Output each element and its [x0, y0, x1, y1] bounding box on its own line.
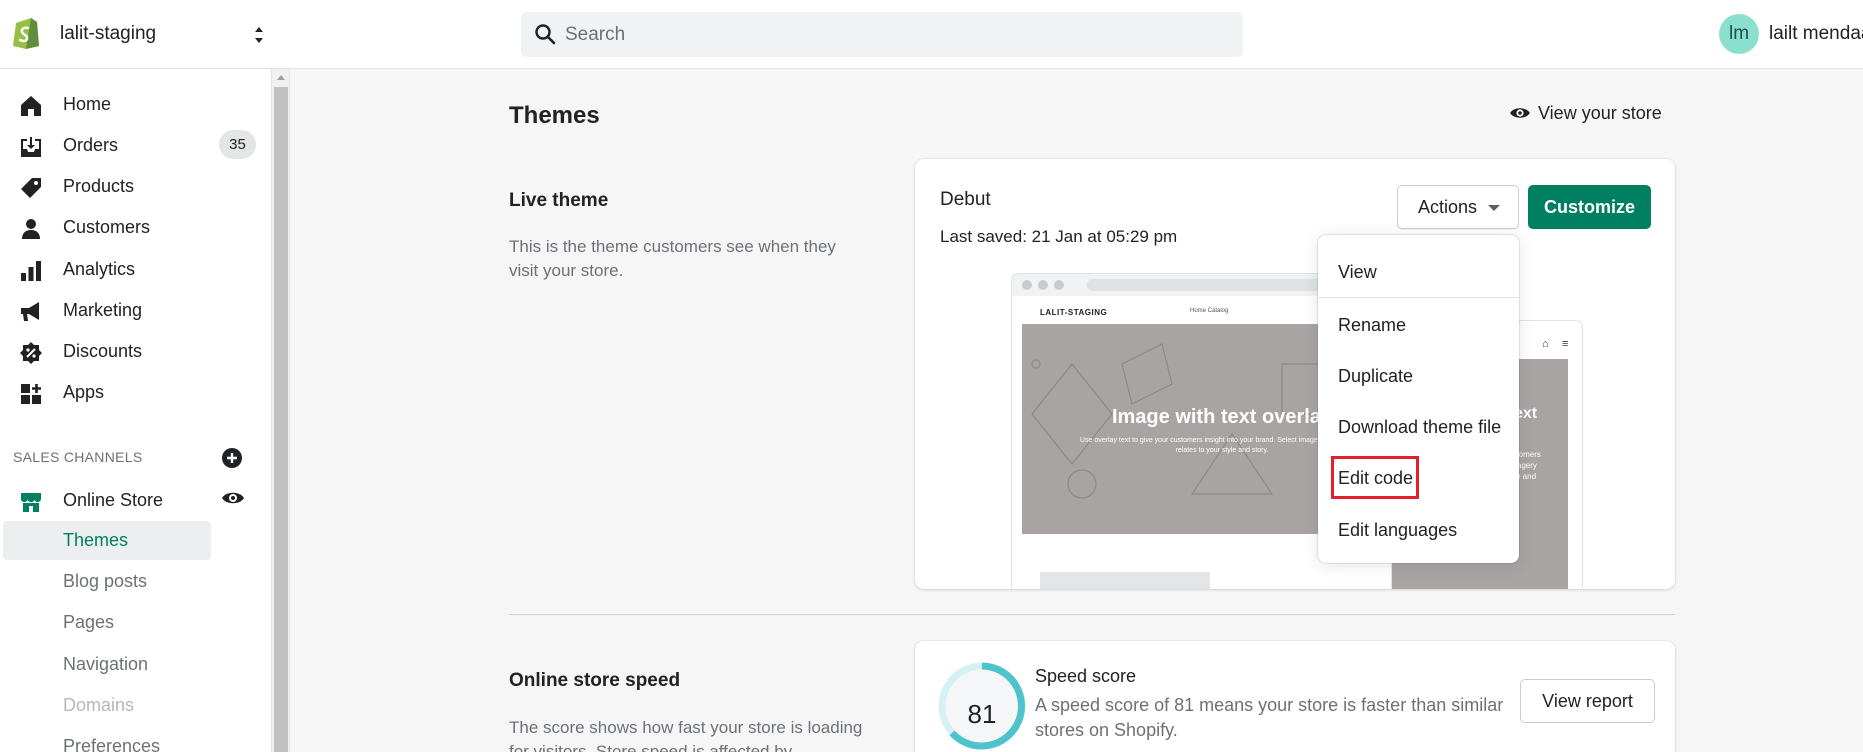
sidebar-item-discounts[interactable]: Discounts	[0, 332, 272, 372]
browser-dot	[1022, 280, 1032, 290]
add-channel-icon[interactable]	[221, 447, 243, 469]
speed-gauge: 81	[935, 659, 1029, 752]
caret-down-icon	[1488, 205, 1500, 211]
sidebar-item-label: Orders	[63, 135, 119, 155]
preview-placeholder-block	[1040, 572, 1210, 589]
menu-item-duplicate[interactable]: Duplicate	[1338, 366, 1413, 387]
live-theme-description: This is the theme customers see when the…	[509, 237, 836, 280]
speed-score-description: A speed score of 81 means your store is …	[1035, 695, 1504, 740]
sales-channels-heading: SALES CHANNELS	[13, 449, 143, 465]
view-report-button[interactable]: View report	[1520, 679, 1655, 723]
sidebar-item-customers[interactable]: Customers	[0, 208, 272, 248]
menu-divider	[1318, 297, 1519, 298]
sidebar-item-marketing[interactable]: Marketing	[0, 291, 272, 331]
actions-label: Actions	[1418, 196, 1478, 217]
page-title: Themes	[509, 102, 600, 129]
speed-score-title: Speed score	[1035, 666, 1137, 686]
tag-icon	[21, 178, 41, 198]
speed-heading: Online store speed	[509, 670, 681, 691]
sidebar-item-label: Marketing	[63, 300, 143, 320]
sidebar-subitem-label: Domains	[63, 695, 135, 715]
section-divider	[509, 614, 1675, 615]
sidebar-subitem-label: Preferences	[63, 736, 161, 752]
sidebar-subitem-domains: Domains	[3, 686, 211, 725]
live-theme-heading: Live theme	[509, 190, 609, 211]
menu-icon: ≡	[1562, 338, 1569, 350]
menu-item-view[interactable]: View	[1338, 262, 1377, 283]
sidebar-item-label: Products	[63, 176, 135, 196]
actions-dropdown: View Rename Duplicate Download theme fil…	[1318, 235, 1519, 563]
sidebar-subitem-label: Pages	[63, 612, 115, 632]
preview-brand: LALIT-STAGING	[1040, 308, 1108, 317]
sidebar-subitem-pages[interactable]: Pages	[3, 603, 211, 642]
home-icon	[21, 96, 41, 116]
apps-icon	[21, 384, 41, 404]
actions-button[interactable]: Actions	[1397, 185, 1519, 229]
sidebar-subitem-label: Themes	[63, 530, 129, 550]
eye-icon[interactable]	[221, 487, 245, 509]
avatar[interactable]: lm	[1719, 14, 1759, 54]
lock-icon: ⌂	[1542, 338, 1549, 350]
store-name[interactable]: lalit-staging	[60, 23, 156, 45]
sidebar-subitem-themes[interactable]: Themes	[3, 521, 211, 560]
menu-item-edit-languages[interactable]: Edit languages	[1338, 520, 1457, 541]
search-icon	[535, 24, 556, 45]
sidebar-item-label: Analytics	[63, 259, 136, 279]
megaphone-icon	[21, 302, 39, 321]
eye-icon	[1510, 108, 1530, 118]
browser-dot	[1054, 280, 1064, 290]
browser-dot	[1038, 280, 1048, 290]
sidebar-subitem-label: Navigation	[63, 654, 149, 674]
view-store-label: View your store	[1538, 103, 1662, 123]
scroll-up-arrow-icon[interactable]	[277, 75, 285, 80]
sidebar-subitem-preferences[interactable]: Preferences	[3, 727, 211, 752]
customize-button[interactable]: Customize	[1528, 185, 1651, 229]
edit-code-highlight	[1331, 456, 1419, 499]
chevron-updown-icon[interactable]	[252, 24, 266, 46]
menu-item-download-theme[interactable]: Download theme file	[1338, 417, 1501, 438]
sidebar-item-analytics[interactable]: Analytics	[0, 250, 272, 290]
sidebar-item-label: Discounts	[63, 341, 143, 361]
sidebar-item-home[interactable]: Home	[0, 85, 272, 125]
orders-count-badge: 35	[219, 130, 256, 159]
sidebar-item-label: Home	[63, 94, 112, 114]
person-icon	[22, 219, 40, 239]
sidebar-item-label: Online Store	[63, 490, 164, 510]
sidebar-scrollbar[interactable]	[272, 69, 290, 752]
sidebar-subitem-blog-posts[interactable]: Blog posts	[3, 562, 211, 601]
store-icon	[21, 493, 41, 512]
search-input[interactable]	[565, 12, 1225, 57]
bar-chart-icon	[21, 261, 41, 281]
speed-score-value: 81	[967, 699, 997, 729]
speed-description: The score shows how fast your store is l…	[509, 718, 863, 752]
user-name[interactable]: lailt mendaa	[1769, 23, 1863, 45]
sidebar-item-apps[interactable]: Apps	[0, 373, 272, 413]
shopify-logo-icon[interactable]	[11, 15, 41, 49]
theme-name: Debut	[940, 189, 991, 210]
sidebar-item-label: Apps	[63, 382, 105, 402]
menu-item-rename[interactable]: Rename	[1338, 315, 1406, 336]
scroll-thumb[interactable]	[274, 87, 288, 752]
sidebar-subitem-navigation[interactable]: Navigation	[3, 645, 211, 684]
orders-icon	[21, 137, 41, 157]
sidebar-item-label: Customers	[63, 217, 151, 237]
search-bar[interactable]	[521, 12, 1243, 57]
preview-nav-links: Home Catalog	[1190, 308, 1229, 314]
top-bar: lalit-staging lm lailt mendaa	[0, 0, 1863, 69]
discount-icon	[20, 342, 42, 364]
sidebar-item-products[interactable]: Products	[0, 167, 272, 207]
last-saved-text: Last saved: 21 Jan at 05:29 pm	[940, 227, 1178, 246]
sidebar-subitem-label: Blog posts	[63, 571, 148, 591]
